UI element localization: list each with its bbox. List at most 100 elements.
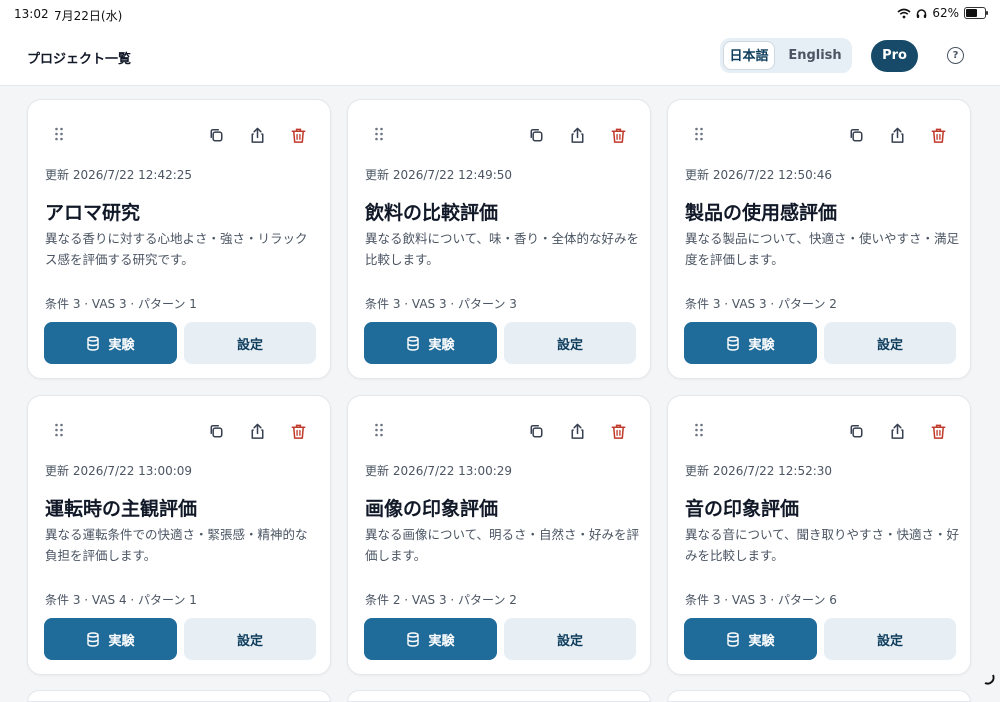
drag-handle-icon[interactable] — [54, 127, 64, 141]
card-title: 飲料の比較評価 — [365, 202, 499, 224]
run-experiment-button[interactable]: 実験 — [364, 618, 497, 660]
copy-icon[interactable] — [847, 126, 866, 145]
status-date: 7月22日(水) — [54, 9, 123, 23]
project-card: 更新 2026/7/22 13:00:29 画像の印象評価 異なる画像について、… — [347, 395, 651, 675]
card-title: アロマ研究 — [45, 202, 141, 224]
database-icon — [727, 631, 740, 647]
help-icon[interactable]: ? — [947, 47, 964, 64]
trash-icon[interactable] — [609, 126, 628, 145]
trash-icon[interactable] — [929, 126, 948, 145]
project-card-peek — [667, 690, 971, 702]
settings-button[interactable]: 設定 — [824, 322, 956, 364]
database-icon — [407, 631, 420, 647]
settings-label: 設定 — [876, 337, 903, 353]
loading-spinner-icon — [984, 674, 995, 685]
settings-button[interactable]: 設定 — [504, 618, 636, 660]
database-icon — [87, 631, 100, 647]
project-card-peek — [347, 690, 651, 702]
language-english-button[interactable]: English — [780, 41, 850, 70]
app-header: プロジェクト一覧 日本語 English Pro ? — [0, 28, 1000, 86]
copy-icon[interactable] — [527, 422, 546, 441]
card-meta: 条件 3 · VAS 3 · パターン 2 — [685, 297, 837, 311]
drag-handle-icon[interactable] — [694, 127, 704, 141]
card-actions — [527, 126, 628, 145]
card-description: 異なる音について、聞き取りやすさ・快適さ・好みを比較します。 — [685, 527, 960, 563]
card-title: 運転時の主観評価 — [45, 498, 198, 520]
drag-handle-icon[interactable] — [54, 423, 64, 437]
share-icon[interactable] — [888, 126, 907, 145]
project-card: 更新 2026/7/22 12:52:30 音の印象評価 異なる音について、聞き… — [667, 395, 971, 675]
card-description: 異なる運転条件での快適さ・緊張感・精神的な負担を評価します。 — [45, 527, 308, 563]
battery-icon — [964, 7, 988, 19]
run-experiment-button[interactable]: 実験 — [364, 322, 497, 364]
pro-button[interactable]: Pro — [871, 40, 918, 72]
card-title: 製品の使用感評価 — [685, 202, 838, 224]
share-icon[interactable] — [568, 126, 587, 145]
card-meta: 条件 3 · VAS 3 · パターン 1 — [45, 297, 197, 311]
run-experiment-label: 実験 — [428, 337, 455, 353]
card-actions — [847, 422, 948, 441]
run-experiment-label: 実験 — [428, 633, 455, 649]
copy-icon[interactable] — [527, 126, 546, 145]
settings-label: 設定 — [236, 337, 263, 353]
run-experiment-button[interactable]: 実験 — [44, 322, 177, 364]
card-updated-time: 更新 2026/7/22 13:00:09 — [45, 464, 193, 478]
card-updated-time: 更新 2026/7/22 12:42:25 — [45, 168, 193, 182]
trash-icon[interactable] — [289, 126, 308, 145]
settings-button[interactable]: 設定 — [824, 618, 956, 660]
page-title: プロジェクト一覧 — [27, 52, 132, 67]
wifi-icon — [897, 8, 911, 18]
card-title: 音の印象評価 — [685, 498, 800, 520]
run-experiment-label: 実験 — [108, 337, 135, 353]
card-description: 異なる製品について、快適さ・使いやすさ・満足度を評価します。 — [685, 231, 960, 267]
trash-icon[interactable] — [929, 422, 948, 441]
run-experiment-label: 実験 — [748, 337, 775, 353]
project-card: 更新 2026/7/22 12:49:50 飲料の比較評価 異なる飲料について、… — [347, 99, 651, 379]
card-meta: 条件 3 · VAS 3 · パターン 6 — [685, 593, 837, 607]
database-icon — [727, 335, 740, 351]
card-description: 異なる画像について、明るさ・自然さ・好みを評価します。 — [365, 527, 640, 563]
run-experiment-label: 実験 — [108, 633, 135, 649]
headphones-icon — [917, 8, 927, 18]
database-icon — [87, 335, 100, 351]
share-icon[interactable] — [248, 126, 267, 145]
card-updated-time: 更新 2026/7/22 12:50:46 — [685, 168, 833, 182]
drag-handle-icon[interactable] — [694, 423, 704, 437]
settings-label: 設定 — [236, 633, 263, 649]
run-experiment-label: 実験 — [748, 633, 775, 649]
status-time: 13:02 — [14, 7, 49, 21]
settings-label: 設定 — [876, 633, 903, 649]
card-actions — [207, 422, 308, 441]
copy-icon[interactable] — [847, 422, 866, 441]
trash-icon[interactable] — [609, 422, 628, 441]
settings-button[interactable]: 設定 — [184, 322, 316, 364]
status-bar: 13:02 7月22日(水) 62% — [0, 0, 1000, 28]
project-card: 更新 2026/7/22 12:42:25 アロマ研究 異なる香りに対する心地よ… — [27, 99, 331, 379]
language-toggle: 日本語 English — [720, 38, 852, 73]
share-icon[interactable] — [568, 422, 587, 441]
language-japanese-button[interactable]: 日本語 — [723, 41, 775, 70]
share-icon[interactable] — [888, 422, 907, 441]
trash-icon[interactable] — [289, 422, 308, 441]
settings-button[interactable]: 設定 — [504, 322, 636, 364]
status-right: 62% — [897, 6, 988, 20]
run-experiment-button[interactable]: 実験 — [44, 618, 177, 660]
drag-handle-icon[interactable] — [374, 127, 384, 141]
run-experiment-button[interactable]: 実験 — [684, 322, 817, 364]
card-description: 異なる飲料について、味・香り・全体的な好みを比較します。 — [365, 231, 640, 267]
card-actions — [847, 126, 948, 145]
card-description: 異なる香りに対する心地よさ・強さ・リラックス感を評価する研究です。 — [45, 231, 308, 267]
project-card: 更新 2026/7/22 13:00:09 運転時の主観評価 異なる運転条件での… — [27, 395, 331, 675]
settings-label: 設定 — [556, 633, 583, 649]
card-updated-time: 更新 2026/7/22 13:00:29 — [365, 464, 513, 478]
drag-handle-icon[interactable] — [374, 423, 384, 437]
settings-button[interactable]: 設定 — [184, 618, 316, 660]
project-card: 更新 2026/7/22 12:50:46 製品の使用感評価 異なる製品について… — [667, 99, 971, 379]
battery-percent: 62% — [932, 6, 959, 20]
card-actions — [527, 422, 628, 441]
share-icon[interactable] — [248, 422, 267, 441]
card-meta: 条件 3 · VAS 3 · パターン 3 — [365, 297, 517, 311]
run-experiment-button[interactable]: 実験 — [684, 618, 817, 660]
copy-icon[interactable] — [207, 422, 226, 441]
copy-icon[interactable] — [207, 126, 226, 145]
